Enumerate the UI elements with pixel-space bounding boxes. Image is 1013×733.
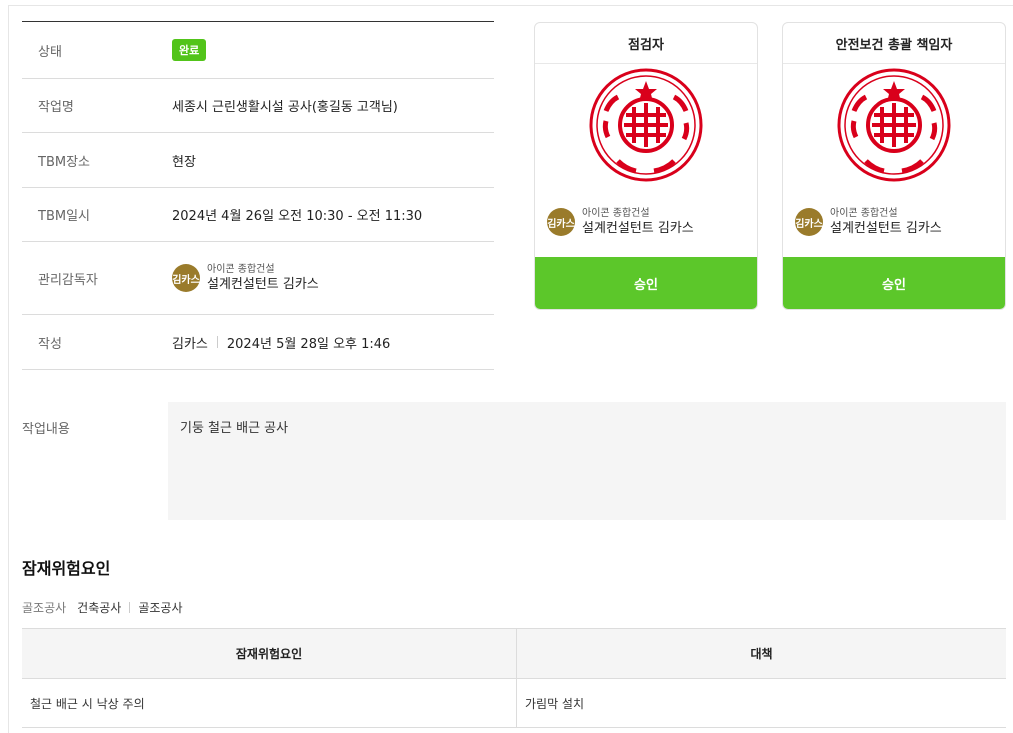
- tbm-datetime-row: TBM일시 2024년 4월 26일 오전 10:30 - 오전 11:30: [22, 188, 494, 242]
- divider: [216, 336, 218, 348]
- tbm-place-value: 현장: [172, 154, 196, 170]
- divider: [129, 602, 131, 613]
- official-seal-icon: [837, 68, 951, 182]
- approval-card-safety-manager: 안전보건 총괄 책임자 김카스 아이콘 종합건설 설계컨설턴트 김카스 승인: [782, 22, 1006, 310]
- info-table: 상태 완료 작업명 세종시 근린생활시설 공사(홍길동 고객님) TBM장소 현…: [22, 21, 494, 370]
- approver-person: 김카스 아이콘 종합건설 설계컨설턴트 김카스: [547, 207, 694, 237]
- breadcrumb: 골조공사 건축공사 골조공사: [22, 599, 183, 616]
- work-name-row: 작업명 세종시 근린생활시설 공사(홍길동 고객님): [22, 79, 494, 133]
- approve-button[interactable]: 승인: [535, 257, 757, 309]
- tbm-place-label: TBM장소: [38, 154, 90, 170]
- breadcrumb-item: 건축공사: [77, 601, 122, 615]
- approver-role: 설계컨설턴트 김카스: [830, 221, 942, 236]
- tbm-datetime-value: 2024년 4월 26일 오전 10:30 - 오전 11:30: [172, 209, 423, 224]
- official-seal-icon: [589, 68, 703, 182]
- breadcrumb-item: 골조공사: [138, 601, 183, 615]
- status-label: 상태: [38, 44, 62, 60]
- tbm-place-row: TBM장소 현장: [22, 133, 494, 188]
- status-row: 상태 완료: [22, 22, 494, 79]
- page-border-top: [8, 5, 1013, 6]
- table-row: 철근 배근 시 낙상 주의 가림막 설치: [22, 678, 1006, 728]
- author-label: 작성: [38, 336, 62, 352]
- supervisor-label: 관리감독자: [38, 272, 98, 288]
- hazard-table: 잠재위험요인 대책 철근 배근 시 낙상 주의 가림막 설치: [22, 628, 1006, 728]
- card-title: 점검자: [535, 23, 757, 64]
- work-name-label: 작업명: [38, 100, 74, 115]
- page-border-left: [8, 5, 9, 733]
- work-content-value: 기둥 철근 배근 공사: [168, 402, 1006, 520]
- tbm-datetime-label: TBM일시: [38, 209, 90, 224]
- supervisor-row: 관리감독자 김카스 아이콘 종합건설 설계컨설턴트 김카스: [22, 242, 494, 315]
- hazards-title: 잠재위험요인: [22, 559, 111, 578]
- approver-role: 설계컨설턴트 김카스: [582, 221, 694, 236]
- status-badge: 완료: [172, 39, 207, 61]
- approver-company: 아이콘 종합건설: [582, 208, 650, 219]
- measure-cell: 가림막 설치: [516, 678, 1006, 728]
- column-header-measure: 대책: [516, 628, 1006, 679]
- author-date: 2024년 5월 28일 오후 1:46: [226, 336, 391, 352]
- supervisor-company: 아이콘 종합건설: [207, 264, 275, 275]
- card-title: 안전보건 총괄 책임자: [783, 23, 1005, 64]
- approver-company: 아이콘 종합건설: [830, 208, 898, 219]
- author-name: 김카스: [172, 336, 208, 352]
- approval-card-inspector: 점검자 김카스 아이콘 종합건설 설계컨설턴트 김카스 승인: [534, 22, 758, 310]
- avatar: 김카스: [172, 264, 200, 292]
- approver-person: 김카스 아이콘 종합건설 설계컨설턴트 김카스: [795, 207, 942, 237]
- hazard-cell: 철근 배근 시 낙상 주의: [22, 678, 517, 728]
- approve-button[interactable]: 승인: [783, 257, 1005, 309]
- table-header-row: 잠재위험요인 대책: [22, 628, 1006, 679]
- column-header-hazard: 잠재위험요인: [22, 628, 517, 679]
- work-name-value: 세종시 근린생활시설 공사(홍길동 고객님): [172, 100, 398, 115]
- supervisor-person: 김카스 아이콘 종합건설 설계컨설턴트 김카스: [172, 263, 319, 293]
- avatar: 김카스: [795, 208, 823, 236]
- supervisor-role: 설계컨설턴트 김카스: [207, 277, 319, 292]
- author-row: 작성 김카스 2024년 5월 28일 오후 1:46: [22, 315, 494, 370]
- avatar: 김카스: [547, 208, 575, 236]
- work-content-label: 작업내용: [22, 422, 70, 437]
- breadcrumb-item: 골조공사: [22, 601, 67, 615]
